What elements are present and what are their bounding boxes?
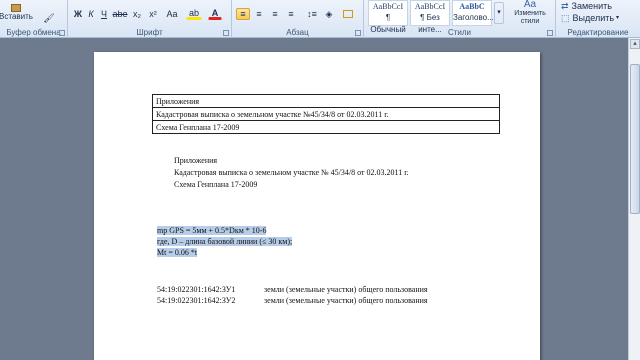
vertical-scrollbar[interactable]: ▴ <box>628 38 640 360</box>
list-item[interactable]: Приложения <box>174 156 217 165</box>
clipboard-launcher[interactable] <box>59 30 65 36</box>
format-painter-button[interactable]: 🖌 <box>42 12 56 24</box>
style-sample: AaBbCcI <box>372 2 404 11</box>
shading-icon: ◈ <box>325 9 333 19</box>
align-center-button[interactable]: ≡ <box>252 8 266 20</box>
styles-launcher[interactable] <box>547 30 553 36</box>
justify-button[interactable]: ≡ <box>284 8 298 20</box>
document-page[interactable]: Приложения Кадастровая выписка о земельн… <box>94 52 540 360</box>
align-left-icon: ≡ <box>240 9 246 19</box>
replace-label: Заменить <box>571 1 612 11</box>
style-normal[interactable]: AaBbCcI ¶ Обычный <box>368 0 408 34</box>
parcel-id[interactable]: 54:19:022301:1642:ЗУ1 <box>157 285 235 294</box>
paragraph-group-label: Абзац <box>286 28 309 37</box>
strikethrough-button[interactable]: abe <box>112 8 128 20</box>
paste-icon <box>11 4 21 12</box>
table-cell[interactable]: Приложения <box>152 94 500 108</box>
align-left-button[interactable]: ≡ <box>236 8 250 20</box>
paragraph-group: ≡ ≡ ≡ ≡ ↕≡ ◈ Абзац <box>232 0 364 38</box>
shading-button[interactable]: ◈ <box>322 8 336 20</box>
change-case-button[interactable]: Aa <box>164 8 180 20</box>
select-icon: ⬚ <box>561 13 570 23</box>
list-item[interactable]: Кадастровая выписка о земельном участке … <box>174 168 409 177</box>
select-button[interactable]: ⬚ Выделить ▾ <box>560 12 620 24</box>
styles-scroll-button[interactable]: ▾ <box>494 2 504 24</box>
paste-button[interactable]: Вставить <box>0 2 33 24</box>
style-name: Заголово... <box>453 13 494 22</box>
clipboard-group: Вставить 🖌 Буфер обмена <box>0 0 68 38</box>
attachments-table: Приложения Кадастровая выписка о земельн… <box>152 94 500 134</box>
style-sample: AaBbC <box>459 2 485 11</box>
justify-icon: ≡ <box>288 9 294 19</box>
font-group: Ж К Ч abe x₂ x² Aa ab A Шрифт <box>68 0 232 38</box>
styles-group: AaBbCcI ¶ Обычный AaBbCcI ¶ Без инте... … <box>364 0 556 38</box>
table-row: Кадастровая выписка о земельном участке … <box>152 107 500 121</box>
change-styles-icon: Aa <box>523 0 537 10</box>
bold-button[interactable]: Ж <box>72 8 84 20</box>
style-sample: AaBbCcI <box>414 2 446 11</box>
change-styles-label: Изменить стили <box>514 10 546 25</box>
table-cell[interactable]: Кадастровая выписка о земельном участке … <box>152 107 500 121</box>
align-center-icon: ≡ <box>256 9 262 19</box>
formula-line[interactable]: Mt = 0.06 *t <box>157 248 198 257</box>
replace-icon: ⇄ <box>561 1 569 11</box>
underline-button[interactable]: Ч <box>98 8 110 20</box>
parcel-id[interactable]: 54:19:022301:1642:ЗУ2 <box>157 296 235 305</box>
table-row: Схема Генплана 17-2009 <box>152 120 500 134</box>
change-styles-button[interactable]: Aa Изменить стили <box>508 0 552 26</box>
document-area: Приложения Кадастровая выписка о земельн… <box>0 38 628 360</box>
chevron-down-icon: ▾ <box>616 15 620 21</box>
line-spacing-icon: ↕≡ <box>307 9 317 19</box>
parcel-description[interactable]: земли (земельные участки) общего пользов… <box>264 296 428 305</box>
align-right-button[interactable]: ≡ <box>268 8 282 20</box>
select-label: Выделить <box>572 13 615 23</box>
editing-group-label: Редактирование <box>567 28 629 37</box>
italic-button[interactable]: К <box>85 8 97 20</box>
clipboard-group-label: Буфер обмена <box>6 28 61 37</box>
borders-icon <box>343 10 353 18</box>
paste-label: Вставить <box>0 12 33 21</box>
formula-line[interactable]: mp GPS = 5мм + 0.5*Dкм * 10-6 <box>157 226 267 235</box>
ribbon: Вставить 🖌 Буфер обмена Ж К Ч abe x₂ x² … <box>0 0 640 38</box>
table-row: Приложения <box>152 94 500 108</box>
parcel-description[interactable]: земли (земельные участки) общего пользов… <box>264 285 428 294</box>
highlight-button[interactable]: ab <box>186 8 202 20</box>
replace-button[interactable]: ⇄ Заменить <box>560 0 616 12</box>
scroll-up-button[interactable]: ▴ <box>630 39 640 49</box>
styles-group-label: Стили <box>447 28 472 37</box>
brush-icon: 🖌 <box>43 13 55 23</box>
subscript-button[interactable]: x₂ <box>130 8 144 20</box>
line-spacing-button[interactable]: ↕≡ <box>304 8 320 20</box>
font-launcher[interactable] <box>223 30 229 36</box>
formula-line[interactable]: где, D – длина базовой линии (≤ 30 км); <box>157 237 293 246</box>
table-cell[interactable]: Схема Генплана 17-2009 <box>152 120 500 134</box>
scrollbar-thumb[interactable] <box>630 64 640 214</box>
editing-group: ⇄ Заменить ⬚ Выделить ▾ Редактирование <box>556 0 640 38</box>
align-right-icon: ≡ <box>272 9 278 19</box>
superscript-button[interactable]: x² <box>146 8 160 20</box>
style-no-spacing[interactable]: AaBbCcI ¶ Без инте... <box>410 0 450 34</box>
style-heading[interactable]: AaBbC Заголово... <box>452 0 494 26</box>
list-item[interactable]: Схема Генплана 17-2009 <box>174 180 257 189</box>
font-group-label: Шрифт <box>136 28 163 37</box>
font-color-button[interactable]: A <box>208 8 222 20</box>
paragraph-launcher[interactable] <box>355 30 361 36</box>
borders-button[interactable] <box>340 8 356 20</box>
